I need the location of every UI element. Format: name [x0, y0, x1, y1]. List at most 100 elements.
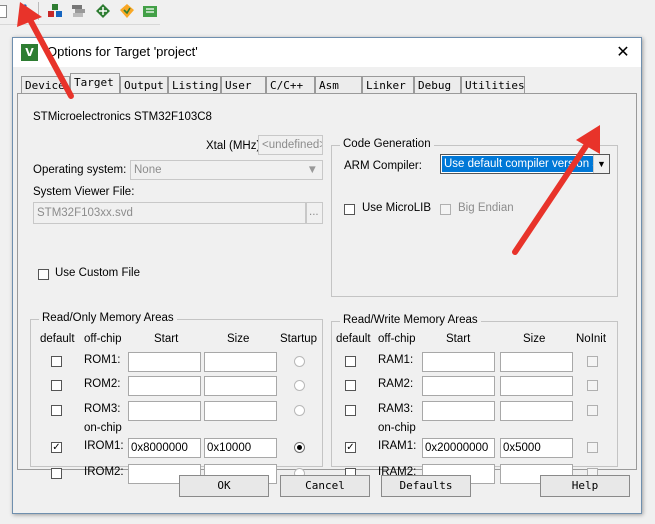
ro-memory-row-3-size-input[interactable] — [204, 401, 277, 421]
big-endian-checkbox[interactable] — [440, 204, 451, 215]
os-select[interactable]: None ▼ — [130, 160, 323, 180]
ro-row-4-startup-radio[interactable] — [294, 442, 305, 453]
svd-browse-button[interactable]: ... — [306, 202, 323, 224]
ro-header-offchip: off-chip — [84, 333, 122, 345]
ro-memory-row-1-checkbox[interactable] — [51, 356, 62, 367]
ok-button[interactable]: OK — [179, 475, 269, 497]
tab-linker[interactable]: Linker — [362, 76, 414, 93]
tab-user[interactable]: User — [221, 76, 266, 93]
tab-utilities[interactable]: Utilities — [461, 76, 525, 93]
rw-memory-row-2-start-input[interactable] — [422, 376, 495, 396]
rw-memory-row-1-start-input[interactable] — [422, 352, 495, 372]
ro-memory-row-1-size-input[interactable] — [204, 352, 277, 372]
svd-label: System Viewer File: — [33, 186, 135, 198]
keil-app-icon: V — [21, 44, 38, 61]
os-select-value: None — [134, 164, 162, 176]
manage-run-time-icon[interactable] — [119, 3, 135, 19]
pack-installer-icon[interactable] — [71, 3, 87, 19]
component-manager-icon[interactable] — [47, 3, 63, 19]
use-microlib-label: Use MicroLIB — [362, 202, 432, 214]
rw-header-noinit: NoInit — [576, 333, 607, 345]
select-packs-icon[interactable] — [95, 3, 111, 19]
defaults-button[interactable]: Defaults — [381, 475, 471, 497]
tab-output[interactable]: Output — [120, 76, 168, 93]
rw-memory-row-4-size-input[interactable]: 0x5000 — [500, 438, 573, 458]
rw-row-4-noinit-checkbox[interactable] — [587, 442, 598, 453]
use-microlib-checkbox[interactable] — [344, 204, 355, 215]
rw-row-1-noinit-checkbox[interactable] — [587, 356, 598, 367]
ro-memory-row-4-start-input[interactable]: 0x8000000 — [128, 438, 201, 458]
rw-memory-row-2-checkbox[interactable] — [345, 380, 356, 391]
ro-memory-row-3-start-input[interactable] — [128, 401, 201, 421]
rw-memory-row-1-size-input[interactable] — [500, 352, 573, 372]
ro-onchip-label: on-chip — [84, 422, 122, 434]
tab-asm[interactable]: Asm — [315, 76, 362, 93]
cancel-button[interactable]: Cancel — [280, 475, 370, 497]
ro-memory-row-2-checkbox[interactable] — [51, 380, 62, 391]
target-panel: STMicroelectronics STM32F103C8 Xtal (MHz… — [17, 93, 637, 484]
rw-memory-row-3-size-input[interactable] — [500, 401, 573, 421]
chevron-down-icon: ▼ — [306, 164, 318, 176]
use-custom-file-checkbox[interactable] — [38, 269, 49, 280]
big-endian-label: Big Endian — [458, 202, 514, 214]
tab-cc[interactable]: C/C++ — [266, 76, 315, 93]
ro-row-3-startup-radio[interactable] — [294, 405, 305, 416]
device-name: STMicroelectronics STM32F103C8 — [33, 111, 212, 123]
ro-memory-row-2-start-input[interactable] — [128, 376, 201, 396]
arm-compiler-label: ARM Compiler: — [344, 160, 422, 172]
ro-memory-row-4-checkbox[interactable]: ✓ — [51, 442, 62, 453]
ro-memory-row-1-name: ROM1: — [84, 354, 121, 366]
ro-memory-row-4-size-input[interactable]: 0x10000 — [204, 438, 277, 458]
rw-header-size: Size — [523, 333, 546, 345]
checkbox-icon[interactable] — [0, 5, 7, 18]
target-options-icon[interactable] — [17, 3, 33, 19]
help-button[interactable]: Help — [540, 475, 630, 497]
rw-memory-row-1-checkbox[interactable] — [345, 356, 356, 367]
book-icon[interactable] — [142, 3, 158, 19]
ro-memory-title: Read/Only Memory Areas — [39, 312, 177, 324]
ro-row-1-startup-radio[interactable] — [294, 356, 305, 367]
rw-memory-title: Read/Write Memory Areas — [340, 314, 481, 326]
tab-target[interactable]: Target — [70, 73, 120, 94]
ro-memory-row-5-checkbox[interactable] — [51, 468, 62, 479]
rw-memory-row-4-start-input[interactable]: 0x20000000 — [422, 438, 495, 458]
rw-memory-row-1-name: RAM1: — [378, 354, 414, 366]
rw-row-3-noinit-checkbox[interactable] — [587, 405, 598, 416]
ro-memory-row-5-name: IROM2: — [84, 466, 124, 478]
ro-memory-row-3-checkbox[interactable] — [51, 405, 62, 416]
close-icon[interactable]: ✕ — [609, 40, 637, 64]
ro-memory-row-4-name: IROM1: — [84, 440, 124, 452]
ro-header-default: default — [40, 333, 75, 345]
rw-row-2-noinit-checkbox[interactable] — [587, 380, 598, 391]
rw-header-offchip: off-chip — [378, 333, 416, 345]
ro-memory-row-3-name: ROM3: — [84, 403, 121, 415]
tab-debug[interactable]: Debug — [414, 76, 461, 93]
code-generation-title: Code Generation — [340, 138, 434, 150]
rw-memory-row-2-size-input[interactable] — [500, 376, 573, 396]
rw-header-default: default — [336, 333, 371, 345]
ro-header-start: Start — [154, 333, 179, 345]
os-label: Operating system: — [33, 164, 127, 176]
ro-header-startup: Startup — [280, 333, 318, 345]
title-bar[interactable]: V Options for Target 'project' ✕ — [13, 38, 641, 67]
ro-memory-row-2-name: ROM2: — [84, 378, 121, 390]
arm-compiler-select[interactable]: Use default compiler version 5 ▼ — [440, 154, 610, 174]
rw-memory-row-4-checkbox[interactable]: ✓ — [345, 442, 356, 453]
tab-listing[interactable]: Listing — [168, 76, 221, 93]
ro-header-size: Size — [227, 333, 250, 345]
ro-row-2-startup-radio[interactable] — [294, 380, 305, 391]
use-custom-file-label: Use Custom File — [55, 267, 140, 279]
ro-memory-row-1-start-input[interactable] — [128, 352, 201, 372]
arm-compiler-value: Use default compiler version 5 — [442, 156, 601, 172]
rw-memory-row-3-name: RAM3: — [378, 403, 414, 415]
ro-memory-row-2-size-input[interactable] — [204, 376, 277, 396]
xtal-input[interactable]: <undefined> — [258, 135, 323, 155]
xtal-label: Xtal (MHz): — [206, 140, 264, 152]
rw-memory-row-3-checkbox[interactable] — [345, 405, 356, 416]
rw-header-start: Start — [446, 333, 471, 345]
rw-memory-row-3-start-input[interactable] — [422, 401, 495, 421]
toolbar-separator — [38, 2, 39, 20]
tab-device[interactable]: Device — [21, 76, 70, 93]
svd-input[interactable]: STM32F103xx.svd — [33, 202, 306, 224]
rw-memory-row-4-name: IRAM1: — [378, 440, 417, 452]
